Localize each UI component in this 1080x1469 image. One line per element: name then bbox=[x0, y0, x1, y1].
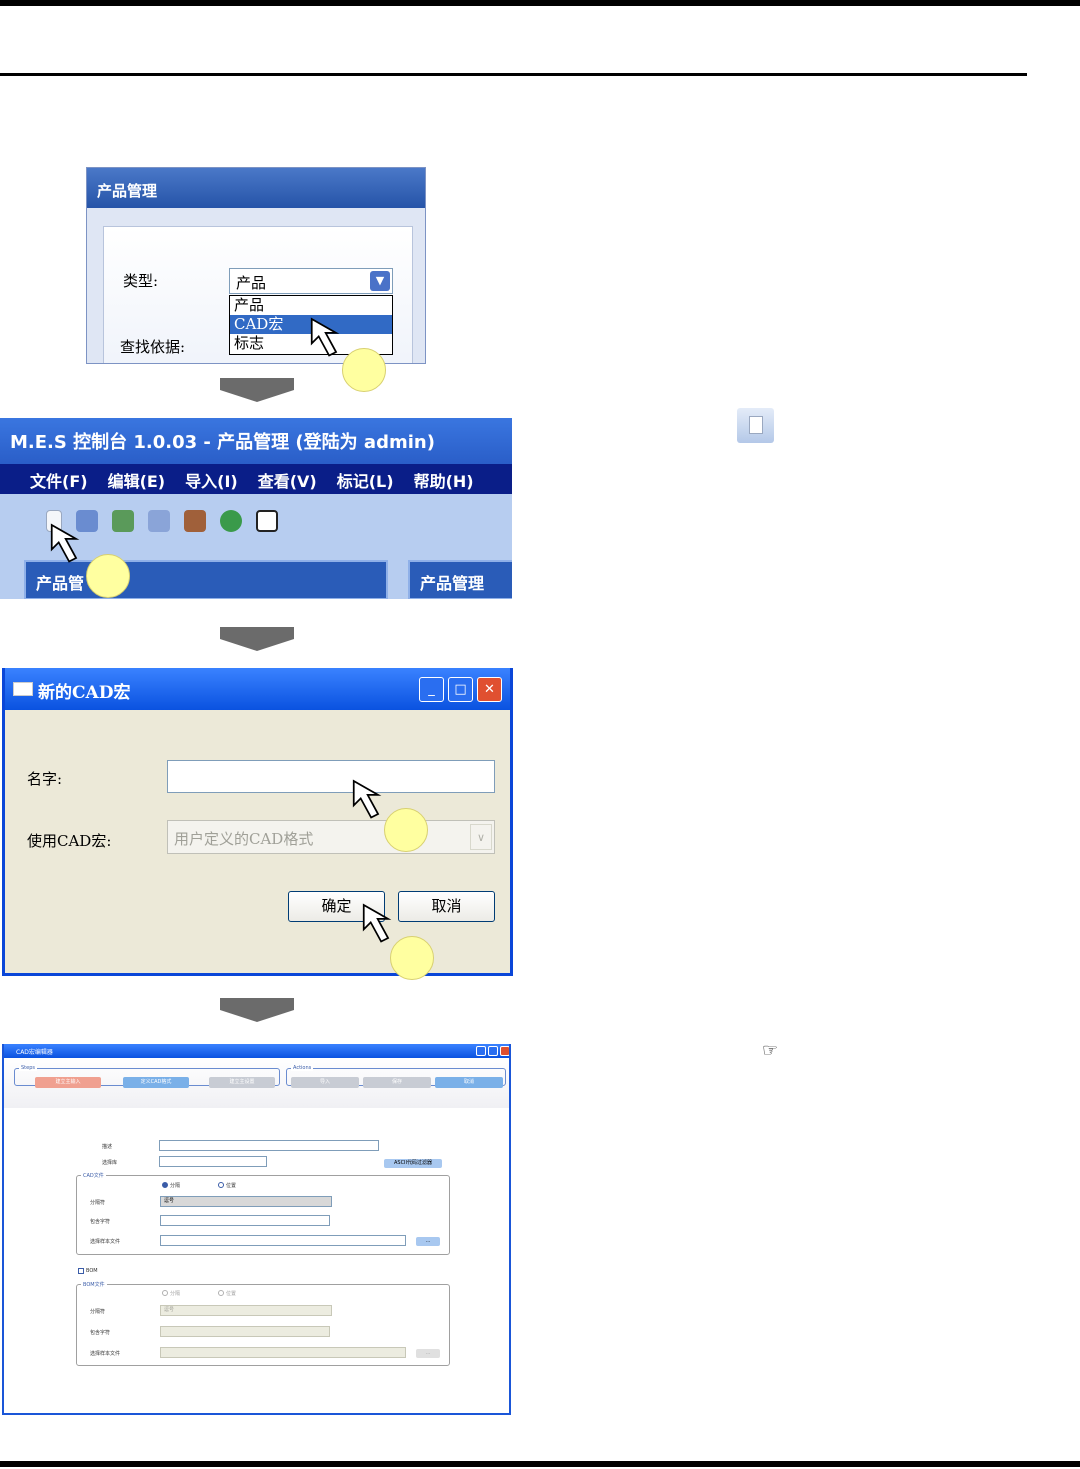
mes-console-window: M.E.S 控制台 1.0.03 - 产品管理 (登陆为 admin) 文件(F… bbox=[0, 418, 512, 599]
bom-sample-file-label: 选择样本文件 bbox=[90, 1351, 121, 1357]
bom-file-label: BOM文件 bbox=[81, 1281, 107, 1288]
description-input[interactable] bbox=[159, 1140, 379, 1151]
header-rule bbox=[0, 73, 1027, 76]
new-document-icon bbox=[737, 408, 774, 443]
new-cad-macro-dialog: 新的CAD宏 _ □ ✕ 名字: 使用CAD宏: 用户定义的CAD格式 ∨ 确定… bbox=[2, 668, 513, 976]
menu-view[interactable]: 查看(V) bbox=[258, 464, 337, 494]
position-radio[interactable] bbox=[218, 1182, 224, 1188]
step-marker-3 bbox=[384, 808, 428, 852]
option-product[interactable]: 产品 bbox=[230, 296, 392, 315]
type-select-value: 产品 bbox=[236, 274, 267, 292]
menu-edit[interactable]: 编辑(E) bbox=[108, 464, 186, 494]
library-select[interactable] bbox=[159, 1156, 267, 1167]
use-macro-label: 使用CAD宏: bbox=[27, 832, 112, 850]
cancel-button[interactable]: 取消 bbox=[435, 1077, 503, 1088]
split-radio[interactable] bbox=[162, 1182, 168, 1188]
step-2[interactable]: 定义CAD格式 bbox=[123, 1077, 189, 1088]
bom-position-label: 位置 bbox=[226, 1291, 237, 1297]
minimize-button[interactable]: _ bbox=[419, 677, 444, 702]
bom-position-radio bbox=[218, 1290, 224, 1296]
down-arrow-icon bbox=[220, 998, 294, 1022]
description-label: 描述 bbox=[102, 1144, 113, 1150]
step-marker-2 bbox=[86, 554, 130, 598]
actions-label: Actions bbox=[291, 1065, 314, 1071]
bom-separator-select: 逗号 bbox=[160, 1305, 332, 1316]
cancel-button[interactable]: 取消 bbox=[398, 891, 495, 922]
name-label: 名字: bbox=[27, 770, 63, 788]
import-button[interactable]: 导入 bbox=[291, 1077, 359, 1088]
right-panel-header: 产品管理 bbox=[408, 560, 512, 599]
ascii-filter-button[interactable]: ASCII代码过滤器 bbox=[384, 1159, 442, 1168]
bom-contains-label: 包含字符 bbox=[90, 1330, 111, 1336]
cad-icon[interactable] bbox=[112, 510, 134, 532]
minimize-button[interactable] bbox=[476, 1046, 486, 1056]
bom-label: BOM bbox=[86, 1268, 98, 1274]
cad-macro-editor-window: CAD宏编辑器 Steps 建立主输入 定义CAD格式 建立主设置 Action… bbox=[2, 1044, 511, 1415]
separator-select[interactable]: 逗号 bbox=[160, 1196, 332, 1207]
step-1[interactable]: 建立主输入 bbox=[35, 1077, 101, 1088]
close-button[interactable] bbox=[500, 1046, 509, 1056]
bom-contains-input bbox=[160, 1326, 330, 1337]
maximize-button[interactable]: □ bbox=[448, 677, 473, 702]
name-input[interactable] bbox=[167, 760, 495, 793]
type-select[interactable]: 产品 ▼ bbox=[229, 268, 393, 294]
window-icon bbox=[13, 682, 33, 696]
browse-button[interactable]: ... bbox=[416, 1237, 440, 1246]
contains-input[interactable] bbox=[160, 1215, 330, 1226]
bottom-rule bbox=[0, 1461, 1080, 1467]
cad-file-label: CAD文件 bbox=[81, 1172, 106, 1179]
steps-group: Steps 建立主输入 定义CAD格式 建立主设置 bbox=[14, 1065, 280, 1088]
actions-group: Actions 导入 保存 取消 bbox=[286, 1065, 506, 1088]
steps-label: Steps bbox=[19, 1065, 37, 1071]
chevron-down-icon: ∨ bbox=[470, 824, 492, 850]
library-label: 选择库 bbox=[102, 1160, 118, 1166]
pointing-hand-icon: ☞ bbox=[762, 1040, 779, 1061]
refresh-icon[interactable] bbox=[220, 510, 242, 532]
down-arrow-icon bbox=[220, 627, 294, 651]
exit-door-icon[interactable] bbox=[184, 510, 206, 532]
use-macro-select: 用户定义的CAD格式 ∨ bbox=[167, 820, 495, 854]
separator-label: 分隔符 bbox=[90, 1200, 106, 1206]
type-label: 类型: bbox=[123, 272, 159, 290]
position-label: 位置 bbox=[226, 1183, 237, 1189]
editor-title-text: CAD宏编辑器 bbox=[16, 1049, 53, 1056]
pointer-icon bbox=[310, 317, 340, 357]
use-macro-value: 用户定义的CAD格式 bbox=[174, 830, 314, 848]
panel-title: 产品管理 bbox=[87, 168, 425, 208]
menu-bar: 文件(F) 编辑(E) 导入(I) 查看(V) 标记(L) 帮助(H) bbox=[0, 464, 512, 494]
menu-help[interactable]: 帮助(H) bbox=[414, 464, 494, 494]
search-by-label: 查找依据: bbox=[120, 338, 186, 356]
menu-mark[interactable]: 标记(L) bbox=[337, 464, 414, 494]
close-button[interactable]: ✕ bbox=[477, 677, 502, 702]
bom-separator-label: 分隔符 bbox=[90, 1309, 106, 1315]
contains-label: 包含字符 bbox=[90, 1219, 111, 1225]
menu-import[interactable]: 导入(I) bbox=[185, 464, 258, 494]
save-button[interactable]: 保存 bbox=[363, 1077, 431, 1088]
maximize-button[interactable] bbox=[488, 1046, 498, 1056]
pointer-icon bbox=[50, 523, 80, 563]
product-management-panel: 产品管理 类型: 产品 ▼ 产品 CAD宏 标志 查找依据: bbox=[86, 167, 426, 364]
sample-file-label: 选择样本文件 bbox=[90, 1239, 121, 1245]
menu-file[interactable]: 文件(F) bbox=[30, 464, 108, 494]
bom-sample-file-input bbox=[160, 1347, 406, 1358]
step-marker-1 bbox=[342, 348, 386, 392]
bom-split-label: 分隔 bbox=[170, 1291, 181, 1297]
step-3[interactable]: 建立主设置 bbox=[209, 1077, 275, 1088]
edit-icon[interactable] bbox=[148, 510, 170, 532]
bom-browse-button: ... bbox=[416, 1349, 440, 1358]
step-marker-4 bbox=[390, 936, 434, 980]
bom-split-radio bbox=[162, 1290, 168, 1296]
top-rule bbox=[0, 0, 1080, 6]
window-title: M.E.S 控制台 1.0.03 - 产品管理 (登陆为 admin) bbox=[0, 418, 512, 464]
chevron-down-icon[interactable]: ▼ bbox=[370, 271, 390, 291]
bom-checkbox[interactable] bbox=[78, 1268, 84, 1274]
split-label: 分隔 bbox=[170, 1183, 181, 1189]
help-icon[interactable] bbox=[256, 510, 278, 532]
down-arrow-icon bbox=[220, 378, 294, 402]
sample-file-input[interactable] bbox=[160, 1235, 406, 1246]
editor-title: CAD宏编辑器 bbox=[4, 1044, 509, 1058]
